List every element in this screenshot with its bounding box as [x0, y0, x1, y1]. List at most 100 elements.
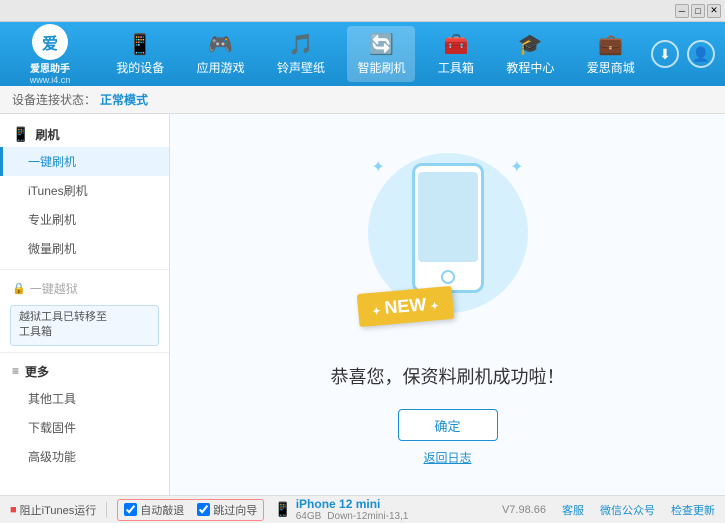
sidebar-item-advanced[interactable]: 高级功能 — [0, 442, 169, 471]
toolbox-label: 工具箱 — [438, 59, 474, 76]
nav-bar: 爱 爱思助手 www.i4.cn 📱 我的设备 🎮 应用游戏 🎵 铃声壁纸 🔄 … — [0, 22, 725, 86]
micro-flash-label: 微量刷机 — [28, 242, 76, 256]
bottom-right: V7.98.66 客服 微信公众号 检查更新 — [502, 502, 715, 518]
sidebar-item-one-click-flash[interactable]: 一键刷机 — [0, 147, 169, 176]
smart-flash-label: 智能刷机 — [357, 59, 405, 76]
nav-tutorial[interactable]: 🎓 教程中心 — [496, 26, 564, 82]
confirm-button[interactable]: 确定 — [398, 409, 498, 441]
new-badge: NEW — [356, 286, 453, 327]
device-phone-icon: 📱 — [274, 501, 291, 518]
pro-flash-label: 专业刷机 — [28, 213, 76, 227]
status-value: 正常模式 — [100, 91, 148, 108]
skip-wizard-checkbox[interactable]: 跳过向导 — [197, 502, 257, 518]
auto-dismiss-label: 自动敲退 — [140, 502, 184, 518]
minimize-button[interactable]: ─ — [675, 4, 689, 18]
sidebar-item-download-firmware[interactable]: 下载固件 — [0, 413, 169, 442]
itunes-stop-label: 阻止iTunes运行 — [20, 502, 97, 518]
itunes-stop[interactable]: ■ 阻止iTunes运行 — [10, 502, 96, 518]
skip-wizard-label: 跳过向导 — [213, 502, 257, 518]
nav-istore[interactable]: 💼 爱思商城 — [577, 26, 645, 82]
content-area: ✦ ✦ NEW 恭喜您，保资料刷机成功啦！ 确定 返回日志 — [170, 114, 725, 495]
tutorial-label: 教程中心 — [506, 59, 554, 76]
other-tools-label: 其他工具 — [28, 392, 76, 406]
skip-wizard-input[interactable] — [197, 503, 210, 516]
one-click-flash-label: 一键刷机 — [28, 155, 76, 169]
logo-symbol: 爱 — [42, 30, 58, 54]
more-icon: ≡ — [12, 364, 19, 378]
sidebar-notice: 越狱工具已转移至 工具箱 — [10, 305, 159, 346]
my-device-label: 我的设备 — [116, 59, 164, 76]
sidebar-item-itunes-flash[interactable]: iTunes刷机 — [0, 176, 169, 205]
flash-section-label: 刷机 — [35, 126, 59, 143]
close-button[interactable]: ✕ — [707, 4, 721, 18]
smart-flash-icon: 🔄 — [369, 32, 394, 57]
nav-ringtones[interactable]: 🎵 铃声壁纸 — [267, 26, 335, 82]
device-storage: 64GB — [296, 511, 322, 522]
device-info-area: 📱 iPhone 12 mini 64GB Down-12mini-13,1 — [274, 497, 502, 522]
device-model: Down-12mini-13,1 — [327, 511, 408, 522]
customer-service-link[interactable]: 客服 — [562, 502, 584, 518]
lock-icon: 🔒 — [12, 282, 26, 295]
istore-icon: 💼 — [598, 32, 623, 57]
my-device-icon: 📱 — [128, 32, 153, 57]
bottom-bar: ■ 阻止iTunes运行 自动敲退 跳过向导 📱 iPhone 12 mini … — [0, 495, 725, 523]
sidebar-item-micro-flash[interactable]: 微量刷机 — [0, 234, 169, 263]
nav-smart-flash[interactable]: 🔄 智能刷机 — [347, 26, 415, 82]
phone-screen — [418, 172, 478, 262]
check-update-link[interactable]: 检查更新 — [671, 502, 715, 518]
nav-right-buttons: ⬇ 👤 — [651, 40, 715, 68]
checkbox-area: 自动敲退 跳过向导 — [117, 499, 264, 521]
status-bar: 设备连接状态： 正常模式 — [0, 86, 725, 114]
maximize-button[interactable]: □ — [691, 4, 705, 18]
device-name: iPhone 12 mini — [296, 497, 403, 511]
checkbox-divider — [190, 503, 191, 517]
sparkle-top-right: ✦ — [510, 157, 523, 177]
nav-my-device[interactable]: 📱 我的设备 — [106, 26, 174, 82]
itunes-flash-label: iTunes刷机 — [28, 184, 88, 198]
sparkle-top-left: ✦ — [372, 157, 385, 177]
main-layout: 📱 刷机 一键刷机 iTunes刷机 专业刷机 微量刷机 🔒 一键越狱 越狱工具… — [0, 114, 725, 495]
phone-device — [412, 163, 484, 293]
title-bar: ─ □ ✕ — [0, 0, 725, 22]
sidebar-divider-1 — [0, 269, 169, 270]
app-logo: 爱 爱思助手 www.i4.cn — [10, 24, 90, 85]
sidebar-item-pro-flash[interactable]: 专业刷机 — [0, 205, 169, 234]
sidebar-locked-jailbreak: 🔒 一键越狱 — [0, 276, 169, 301]
more-section-label: 更多 — [25, 363, 49, 380]
sidebar-divider-2 — [0, 352, 169, 353]
ringtones-icon: 🎵 — [289, 32, 314, 57]
sidebar: 📱 刷机 一键刷机 iTunes刷机 专业刷机 微量刷机 🔒 一键越狱 越狱工具… — [0, 114, 170, 495]
download-firmware-label: 下载固件 — [28, 421, 76, 435]
locked-jailbreak-label: 一键越狱 — [30, 280, 78, 297]
logo-url: www.i4.cn — [30, 75, 71, 85]
back-link[interactable]: 返回日志 — [423, 449, 471, 466]
logo-title: 爱思助手 — [30, 60, 70, 75]
phone-home-button — [441, 270, 455, 284]
logo-icon: 爱 — [32, 24, 68, 60]
advanced-label: 高级功能 — [28, 450, 76, 464]
auto-dismiss-checkbox[interactable]: 自动敲退 — [124, 502, 184, 518]
stop-icon: ■ — [10, 504, 17, 516]
flash-section-icon: 📱 — [12, 126, 29, 143]
toolbox-icon: 🧰 — [443, 32, 468, 57]
apps-games-label: 应用游戏 — [197, 59, 245, 76]
wechat-official-link[interactable]: 微信公众号 — [600, 502, 655, 518]
sidebar-item-other-tools[interactable]: 其他工具 — [0, 384, 169, 413]
version-label: V7.98.66 — [502, 504, 546, 516]
tutorial-icon: 🎓 — [518, 32, 543, 57]
success-illustration: ✦ ✦ NEW — [358, 143, 538, 343]
divider-1 — [106, 502, 107, 518]
nav-apps-games[interactable]: 🎮 应用游戏 — [187, 26, 255, 82]
nav-toolbox[interactable]: 🧰 工具箱 — [428, 26, 484, 82]
window-controls: ─ □ ✕ — [675, 4, 721, 18]
download-button[interactable]: ⬇ — [651, 40, 679, 68]
sidebar-section-flash: 📱 刷机 — [0, 122, 169, 147]
sidebar-section-more: ≡ 更多 — [0, 359, 169, 384]
nav-items: 📱 我的设备 🎮 应用游戏 🎵 铃声壁纸 🔄 智能刷机 🧰 工具箱 🎓 教程中心… — [100, 26, 651, 82]
user-button[interactable]: 👤 — [687, 40, 715, 68]
ringtones-label: 铃声壁纸 — [277, 59, 325, 76]
apps-games-icon: 🎮 — [208, 32, 233, 57]
istore-label: 爱思商城 — [587, 59, 635, 76]
status-label: 设备连接状态： — [12, 91, 96, 108]
auto-dismiss-input[interactable] — [124, 503, 137, 516]
